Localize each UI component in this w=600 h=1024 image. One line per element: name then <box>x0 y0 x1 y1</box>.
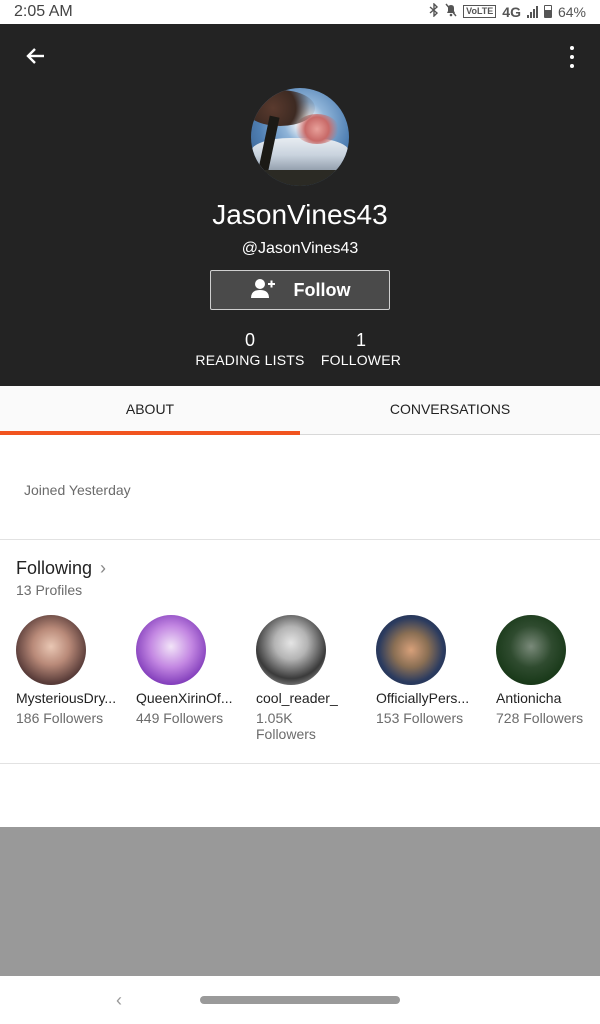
more-options-icon[interactable] <box>566 46 578 68</box>
bluetooth-icon <box>429 2 439 20</box>
reading-lists-stat[interactable]: 0 READING LISTS <box>195 329 305 369</box>
profile-tabs: ABOUT CONVERSATIONS <box>0 386 600 435</box>
avatar <box>136 615 206 685</box>
profile-handle: @JasonVines43 <box>241 240 359 257</box>
home-gesture-pill[interactable] <box>200 996 400 1004</box>
add-user-icon <box>250 277 276 304</box>
following-title: Following <box>16 558 93 578</box>
profile-username: QueenXirinOf... <box>136 690 233 706</box>
following-profile-card[interactable]: OfficiallyPers... 153 Followers <box>376 615 492 726</box>
following-header[interactable]: Following › <box>16 558 106 579</box>
mute-bell-icon <box>445 3 457 20</box>
avatar <box>496 615 566 685</box>
following-profile-card[interactable]: cool_reader_ 1.05K Followers <box>256 615 372 742</box>
profile-followers: 449 Followers <box>136 710 224 726</box>
avatar <box>16 615 86 685</box>
profile-header: JasonVines43 @JasonVines43 Follow 0 READ… <box>0 24 600 386</box>
battery-icon <box>543 5 552 18</box>
profile-followers: 728 Followers <box>496 710 584 726</box>
follow-button-label: Follow <box>293 279 351 300</box>
profile-avatar <box>251 88 349 186</box>
reading-lists-label: READING LISTS <box>195 352 305 368</box>
following-profile-card[interactable]: Antionicha 728 Followers <box>496 615 596 726</box>
chevron-right-icon: › <box>100 558 107 578</box>
tab-about[interactable]: ABOUT <box>0 386 300 435</box>
about-section: Joined Yesterday <box>0 435 600 540</box>
volte-badge: VoLTE <box>463 5 497 18</box>
status-time: 2:05 AM <box>14 3 73 20</box>
nav-back-icon[interactable]: ‹ <box>116 990 134 1010</box>
profile-followers: 186 Followers <box>16 710 104 726</box>
tab-conversations[interactable]: CONVERSATIONS <box>300 386 600 434</box>
profile-followers: 153 Followers <box>376 710 464 726</box>
back-arrow-icon[interactable] <box>20 44 52 68</box>
following-section: Following › 13 Profiles MysteriousDry...… <box>0 540 600 764</box>
profile-name: JasonVines43 <box>212 199 388 230</box>
ad-placeholder <box>0 827 600 976</box>
profile-username: Antionicha <box>496 690 562 706</box>
followers-label: FOLLOWER <box>320 352 402 368</box>
avatar <box>256 615 326 685</box>
battery-percent: 64% <box>557 3 586 20</box>
following-count: 13 Profiles <box>16 582 83 598</box>
profile-username: MysteriousDry... <box>16 690 117 706</box>
network-type: 4G <box>502 3 521 20</box>
signal-icon <box>526 5 538 18</box>
joined-date: Joined Yesterday <box>24 482 131 498</box>
follow-button[interactable]: Follow <box>210 270 390 310</box>
profile-username: OfficiallyPers... <box>376 690 470 706</box>
profile-stats: 0 READING LISTS 1 FOLLOWER <box>195 329 405 369</box>
profile-followers: 1.05K Followers <box>256 710 316 742</box>
status-bar: 2:05 AM VoLTE 4G 64% <box>0 0 600 24</box>
reading-lists-count: 0 <box>244 330 255 350</box>
profile-username: cool_reader_ <box>256 690 338 706</box>
status-icons: VoLTE 4G 64% <box>429 2 586 20</box>
followers-stat[interactable]: 1 FOLLOWER <box>317 329 405 369</box>
following-profile-card[interactable]: MysteriousDry... 186 Followers <box>16 615 132 726</box>
following-profile-card[interactable]: QueenXirinOf... 449 Followers <box>136 615 252 726</box>
avatar <box>376 615 446 685</box>
followers-count: 1 <box>355 330 366 350</box>
system-nav-bar: ‹ <box>0 976 600 1024</box>
